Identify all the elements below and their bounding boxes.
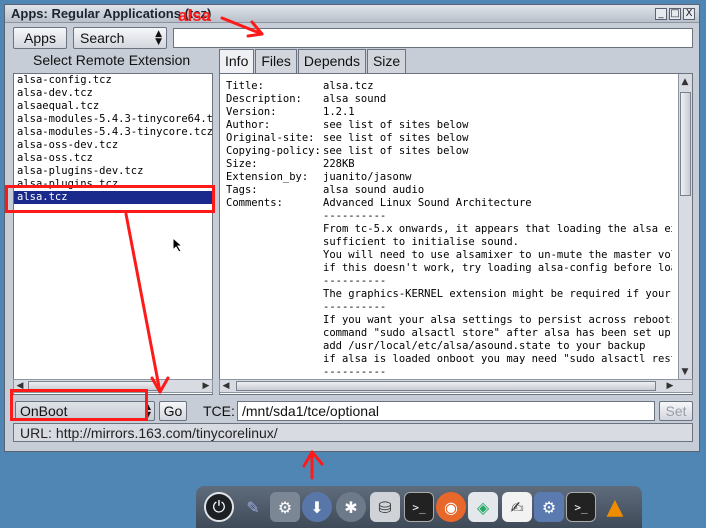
mouse-cursor-icon — [172, 237, 184, 253]
info-body-line: ---------- — [323, 301, 387, 313]
info-body-line: ---------- — [323, 210, 387, 222]
info-value: 228KB — [323, 158, 355, 170]
search-mode-value: Search — [80, 30, 125, 46]
power-icon[interactable]: ⏻ — [204, 492, 234, 522]
tab-files[interactable]: Files — [255, 49, 297, 73]
search-input[interactable] — [173, 28, 693, 48]
url-field: URL: http://mirrors.163.com/tinycorelinu… — [13, 423, 693, 442]
annotation-label: alsa — [178, 6, 212, 25]
set-button[interactable]: Set — [659, 401, 693, 421]
scroll-down-icon[interactable]: ▼ — [679, 366, 691, 378]
apps-button[interactable]: Apps — [13, 27, 67, 49]
terminal-icon[interactable]: >_ — [404, 492, 434, 522]
tab-info[interactable]: Info — [219, 49, 255, 73]
info-value: see list of sites below — [323, 132, 469, 144]
info-body-line: sufficient to initialise sound. — [323, 236, 519, 248]
terminal2-icon[interactable]: >_ — [566, 492, 596, 522]
info-key: Description: — [226, 93, 302, 105]
info-body-line: The graphics-KERNEL extension might be r… — [323, 288, 672, 300]
scroll-left-icon[interactable]: ◀ — [220, 380, 232, 392]
info-value: see list of sites below — [323, 119, 469, 131]
info-body-line: ---------- — [323, 366, 387, 376]
tce-label: TCE: — [203, 403, 235, 419]
info-value: alsa.tcz — [323, 80, 374, 92]
mount-icon[interactable]: ⛁ — [370, 492, 400, 522]
list-item[interactable]: alsa-config.tcz — [14, 74, 212, 87]
info-vscroll-thumb[interactable] — [680, 92, 691, 196]
scroll-up-icon[interactable]: ▲ — [679, 76, 691, 88]
info-key: Extension_by: — [226, 171, 309, 183]
info-hscroll-thumb[interactable] — [236, 381, 656, 391]
info-body-line: If you want your alsa settings to persis… — [323, 314, 672, 326]
info-body-line: add /usr/local/etc/alsa/asound.state to … — [323, 340, 646, 352]
info-key: Author: — [226, 119, 271, 131]
maximize-button[interactable]: □ — [669, 8, 681, 20]
info-value: see list of sites below — [323, 145, 469, 157]
info-value: Advanced Linux Sound Architecture — [323, 197, 532, 209]
annotation-box-onboot — [10, 389, 148, 421]
url-value: http://mirrors.163.com/tinycorelinux/ — [55, 424, 278, 441]
tab-depends[interactable]: Depends — [297, 49, 366, 73]
url-label: URL: — [20, 424, 52, 441]
scroll-right-icon[interactable]: ▶ — [664, 380, 676, 392]
info-body-line: You will need to use alsamixer to un-mut… — [323, 249, 672, 261]
viewer-icon[interactable]: ◈ — [468, 492, 498, 522]
list-item[interactable]: alsa-plugins-dev.tcz — [14, 165, 212, 178]
list-item[interactable]: alsa-oss.tcz — [14, 152, 212, 165]
editor-icon[interactable]: ✍ — [502, 492, 532, 522]
info-body-line: if this doesn't work, try loading alsa-c… — [323, 262, 672, 274]
info-value: alsa sound — [323, 93, 387, 105]
vlc-icon[interactable]: ▲ — [600, 492, 630, 522]
minimize-button[interactable]: _ — [655, 8, 667, 20]
list-item[interactable]: alsaequal.tcz — [14, 100, 212, 113]
info-body-line: command "sudo alsactl store" after alsa … — [323, 327, 672, 339]
tab-size[interactable]: Size — [366, 49, 407, 73]
info-key: Copying-policy: — [226, 145, 321, 157]
settings-icon[interactable]: ⚙ — [534, 492, 564, 522]
list-item[interactable]: alsa-modules-5.4.3-tinycore.tcz — [14, 126, 212, 139]
dock: ⏻ ✎ ⚙ ⬇ ✱ ⛁ >_ ◉ ◈ ✍ ⚙ >_ ▲ — [196, 486, 642, 528]
go-button[interactable]: Go — [159, 401, 187, 421]
info-value: juanito/jasonw — [323, 171, 412, 183]
search-mode-select[interactable]: Search ▲ ▼ — [73, 27, 167, 49]
updown-icon: ▲ ▼ — [155, 29, 162, 47]
info-value: alsa sound audio — [323, 184, 425, 196]
info-body-line: From tc-5.x onwards, it appears that loa… — [323, 223, 672, 235]
annotation-box-selected-item — [5, 185, 215, 213]
apps-window: Apps: Regular Applications (tcz) _ □ X A… — [4, 4, 700, 452]
info-key: Original-site: — [226, 132, 315, 144]
info-key: Size: — [226, 158, 258, 170]
scroll-right-icon[interactable]: ▶ — [200, 380, 212, 392]
info-text: Title: alsa.tcz Description: alsa sound Ve… — [226, 80, 672, 376]
info-hscrollbar[interactable]: ◀ ▶ — [219, 379, 693, 393]
control-panel-icon[interactable]: ⚙ — [270, 492, 300, 522]
extension-list[interactable]: alsa-config.tcz alsa-dev.tcz alsaequal.t… — [13, 73, 213, 395]
title-bar[interactable]: Apps: Regular Applications (tcz) _ □ X — [5, 5, 699, 23]
brush-icon[interactable]: ✎ — [238, 492, 268, 522]
info-vscrollbar[interactable]: ▲ ▼ — [678, 74, 692, 380]
apps-icon[interactable]: ✱ — [336, 492, 366, 522]
tce-path-input[interactable]: /mnt/sda1/tce/optional — [237, 401, 655, 421]
list-item[interactable]: alsa-oss-dev.tcz — [14, 139, 212, 152]
close-button[interactable]: X — [683, 8, 695, 20]
info-body-line: if alsa is loaded onboot you may need "s… — [323, 353, 672, 365]
info-tabs: Info Files Depends Size — [219, 49, 407, 73]
info-value: 1.2.1 — [323, 106, 355, 118]
info-key: Title: — [226, 80, 264, 92]
info-panel[interactable]: Title: alsa.tcz Description: alsa sound Ve… — [219, 73, 693, 395]
info-key: Tags: — [226, 184, 258, 196]
info-key: Comments: — [226, 197, 283, 209]
info-key: Version: — [226, 106, 277, 118]
list-item[interactable]: alsa-dev.tcz — [14, 87, 212, 100]
select-extension-heading: Select Remote Extension — [33, 52, 191, 68]
firefox-icon[interactable]: ◉ — [436, 492, 466, 522]
list-item[interactable]: alsa-modules-5.4.3-tinycore64.tcz — [14, 113, 212, 126]
info-body-line: ---------- — [323, 275, 387, 287]
install-icon[interactable]: ⬇ — [302, 492, 332, 522]
